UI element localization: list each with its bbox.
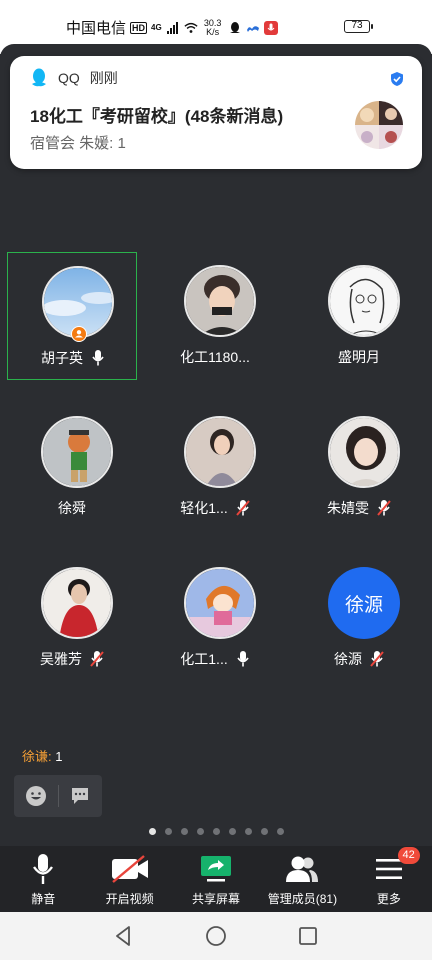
host-badge-icon	[71, 326, 87, 342]
participant-avatar	[328, 265, 400, 337]
chat-button[interactable]	[58, 775, 102, 817]
network-type: 4G	[151, 23, 162, 32]
participant-name: 徐舜	[58, 500, 86, 516]
participant-name: 徐源	[334, 651, 362, 667]
participant-tile-2[interactable]: 化工1180...	[150, 252, 280, 380]
members-icon	[286, 856, 319, 882]
cloud-app-icon	[246, 25, 259, 32]
manage-members-button[interactable]: 管理成员(81)	[259, 846, 345, 912]
participant-name: 化工1...	[180, 651, 228, 667]
message-icon	[72, 788, 89, 804]
chat-text: 1	[55, 749, 63, 764]
page-dot[interactable]	[196, 828, 204, 835]
participant-tile-5[interactable]: 轻化1...	[150, 403, 280, 531]
manage-members-label: 管理成员(81)	[267, 892, 338, 906]
mute-label: 静音	[31, 892, 56, 906]
notification-time: 刚刚	[89, 70, 118, 86]
mic-muted-icon	[90, 651, 104, 667]
participant-name: 胡子英	[41, 350, 83, 366]
video-off-icon	[111, 855, 148, 883]
wifi-icon	[184, 22, 198, 33]
page-dot[interactable]	[180, 828, 188, 835]
group-avatar	[355, 101, 403, 149]
participant-name: 朱婧雯	[327, 500, 369, 516]
mic-on-icon	[237, 651, 249, 667]
qq-icon	[32, 68, 46, 87]
microphone-icon	[33, 854, 54, 884]
emoji-button[interactable]	[14, 775, 58, 817]
hd-indicator: HD	[130, 21, 148, 34]
notification-title: 18化工『考研留校』(48条新消息)	[30, 107, 284, 126]
participant-name: 化工1180...	[180, 349, 250, 365]
chat-message: 徐谦: 1	[22, 746, 62, 765]
more-label: 更多	[376, 892, 401, 906]
battery-indicator: 73	[344, 20, 373, 33]
emoji-icon	[25, 786, 46, 806]
start-video-label: 开启视频	[105, 892, 154, 906]
notification-body: 宿管会 朱媛: 1	[30, 135, 126, 152]
participant-name: 轻化1...	[180, 500, 228, 516]
page-dot[interactable]	[148, 828, 156, 835]
system-nav-bar	[0, 912, 432, 960]
qq-penguin-icon	[229, 21, 240, 33]
back-icon[interactable]	[112, 924, 136, 948]
mic-on-icon	[92, 350, 104, 366]
share-screen-icon	[201, 856, 232, 882]
verified-shield-icon	[391, 72, 403, 86]
home-icon[interactable]	[204, 924, 228, 948]
participant-avatar	[184, 416, 256, 488]
page-indicator[interactable]	[0, 828, 432, 835]
notification-app-name: QQ	[58, 70, 80, 86]
speed-unit: K/s	[206, 26, 220, 37]
participant-avatar	[41, 416, 113, 488]
participant-avatar	[184, 567, 256, 639]
page-dot[interactable]	[276, 828, 284, 835]
chat-input-bar	[14, 775, 102, 817]
mic-muted-icon	[370, 651, 384, 667]
participant-name: 吴雅芳	[40, 651, 82, 667]
more-badge: 42	[397, 847, 420, 864]
participant-tile-8[interactable]: 化工1...	[150, 554, 280, 682]
participant-tile-4[interactable]: 徐舜	[7, 403, 137, 531]
participant-tile-9[interactable]: 徐源 徐源	[294, 554, 424, 682]
share-screen-button[interactable]: 共享屏幕	[173, 846, 259, 912]
more-button[interactable]: 更多 42	[346, 846, 432, 912]
menu-icon	[375, 859, 402, 879]
avatar-initials: 徐源	[328, 567, 400, 639]
mic-muted-icon	[235, 500, 250, 516]
page-dot[interactable]	[244, 828, 252, 835]
participant-name: 盛明月	[338, 349, 380, 365]
mic-muted-icon	[377, 500, 391, 516]
network-speed: 30.3 K/s	[202, 18, 224, 37]
participant-avatar	[41, 567, 113, 639]
participant-avatar: 徐源	[328, 567, 400, 639]
participant-tile-3[interactable]: 盛明月	[294, 252, 424, 380]
page-dot[interactable]	[228, 828, 236, 835]
participant-tile-6[interactable]: 朱婧雯	[294, 403, 424, 531]
page-dot[interactable]	[260, 828, 268, 835]
participant-avatar	[328, 416, 400, 488]
participant-tile-7[interactable]: 吴雅芳	[7, 554, 137, 682]
chat-sender: 徐谦:	[22, 749, 52, 764]
carrier-name: 中国电信	[66, 20, 127, 37]
page-dot[interactable]	[212, 828, 220, 835]
signal-icon	[166, 21, 178, 34]
recording-icon	[263, 20, 278, 35]
page-dot[interactable]	[164, 828, 172, 835]
start-video-button[interactable]: 开启视频	[86, 846, 172, 912]
share-screen-label: 共享屏幕	[192, 892, 241, 906]
qq-notification[interactable]: QQ 刚刚 18化工『考研留校』(48条新消息) 宿管会 朱媛: 1	[10, 56, 422, 169]
participant-tile-1[interactable]: 胡子英	[7, 252, 137, 380]
mute-button[interactable]: 静音	[0, 846, 86, 912]
participant-avatar	[184, 265, 256, 337]
recents-icon[interactable]	[296, 924, 320, 948]
meeting-toolbar: 静音 开启视频 共享屏幕 管理成员(81) 更多 42	[0, 846, 432, 912]
